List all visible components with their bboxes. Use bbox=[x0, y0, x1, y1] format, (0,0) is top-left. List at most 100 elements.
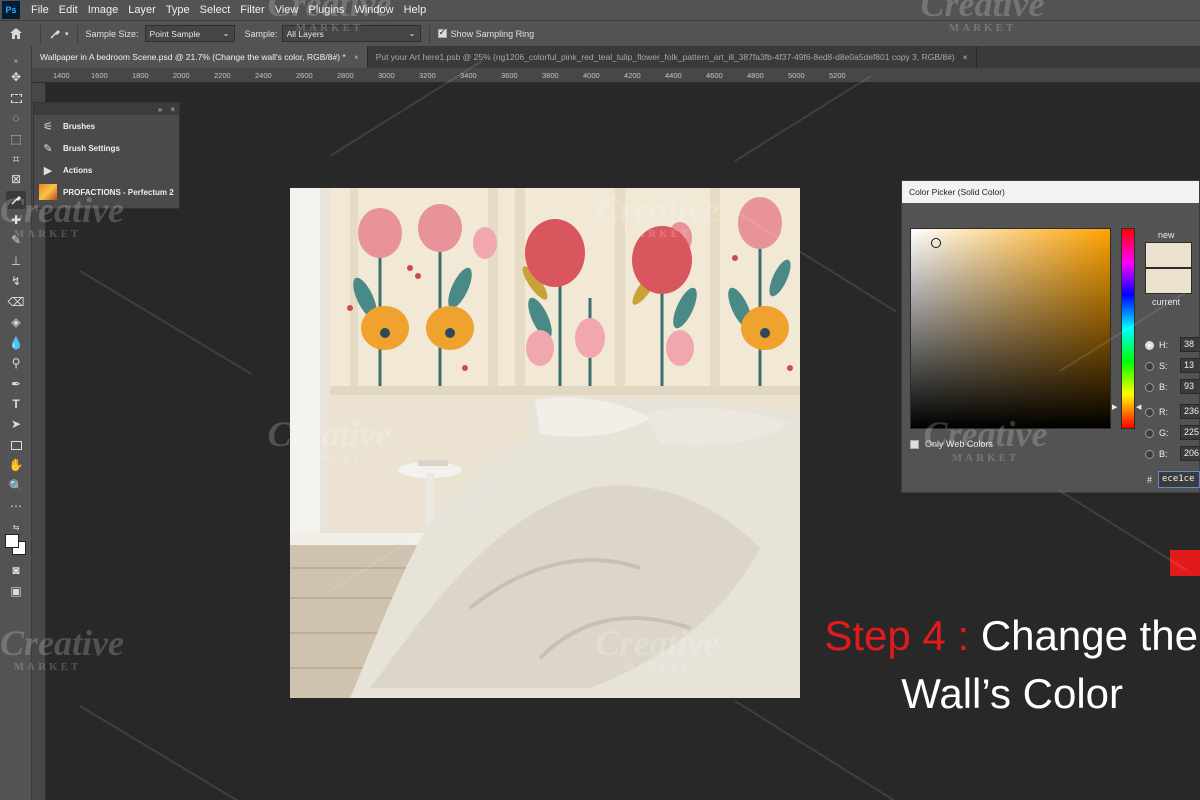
menu-type[interactable]: Type bbox=[161, 4, 195, 16]
red-radio-row[interactable]: R: bbox=[1145, 407, 1168, 417]
green-value[interactable]: 225 bbox=[1180, 425, 1200, 440]
collapse-panel-icon[interactable]: » bbox=[158, 105, 162, 114]
hue-slider-right-arrow-icon[interactable]: ◀ bbox=[1136, 403, 1141, 411]
menu-image[interactable]: Image bbox=[83, 4, 124, 16]
menu-file[interactable]: File bbox=[26, 4, 54, 16]
sample-select[interactable]: All Layers ⌄ bbox=[281, 25, 421, 42]
close-icon[interactable]: × bbox=[170, 105, 175, 114]
history-brush-tool-icon[interactable]: ↯ bbox=[6, 272, 26, 290]
photoshop-logo-icon[interactable]: Ps bbox=[2, 1, 20, 19]
panel-item-brushes[interactable]: ⚟ Brushes bbox=[34, 115, 179, 137]
panel-item-label: Brushes bbox=[63, 121, 96, 131]
menu-select[interactable]: Select bbox=[195, 4, 236, 16]
separator bbox=[428, 24, 430, 43]
green-radio[interactable] bbox=[1145, 428, 1154, 438]
panel-item-actions[interactable]: ▶ Actions bbox=[34, 159, 179, 181]
eyedropper-tool-icon[interactable] bbox=[6, 191, 26, 209]
blue-radio-row[interactable]: B: bbox=[1145, 449, 1168, 459]
chevron-down-icon: ⌄ bbox=[408, 28, 416, 38]
hue-value[interactable]: 38 bbox=[1180, 337, 1200, 352]
quick-mask-icon[interactable]: ◙ bbox=[6, 561, 26, 579]
more-tools-icon[interactable]: ⋯ bbox=[6, 497, 26, 515]
step-number-label: Step 4 : bbox=[824, 612, 970, 659]
watermark-line bbox=[79, 705, 252, 800]
menu-filter[interactable]: Filter bbox=[235, 4, 269, 16]
red-radio[interactable] bbox=[1145, 407, 1154, 417]
green-radio-row[interactable]: G: bbox=[1145, 428, 1169, 438]
menu-window[interactable]: Window bbox=[349, 4, 398, 16]
show-sampling-ring-checkbox[interactable] bbox=[437, 27, 447, 38]
clone-stamp-tool-icon[interactable]: ⊥ bbox=[6, 252, 26, 270]
only-web-colors-checkbox[interactable] bbox=[910, 440, 919, 449]
color-picker-dialog: Color Picker (Solid Color) ▶ ◀ new curre… bbox=[901, 180, 1200, 493]
tab-label: Put your Art here1.psb @ 25% (ng1206_col… bbox=[375, 52, 955, 62]
hue-radio-row[interactable]: H: bbox=[1145, 340, 1168, 350]
menu-plugins[interactable]: Plugins bbox=[303, 4, 349, 16]
brush-settings-icon: ✎ bbox=[43, 142, 53, 155]
sample-label: Sample: bbox=[244, 28, 278, 39]
blur-tool-icon[interactable]: 💧 bbox=[6, 334, 26, 352]
foreground-color-swatch[interactable] bbox=[5, 534, 19, 548]
panel-item-brush-settings[interactable]: ✎ Brush Settings bbox=[34, 137, 179, 159]
ruler-tick: 5000 bbox=[788, 71, 805, 80]
brightness-radio[interactable] bbox=[1145, 382, 1154, 392]
tab-put-your-art[interactable]: Put your Art here1.psb @ 25% (ng1206_col… bbox=[368, 46, 977, 68]
healing-brush-tool-icon[interactable]: ✚ bbox=[6, 211, 26, 229]
red-value[interactable]: 236 bbox=[1180, 404, 1200, 419]
menu-edit[interactable]: Edit bbox=[54, 4, 83, 16]
hue-slider-left-arrow-icon[interactable]: ▶ bbox=[1112, 403, 1117, 411]
brightness-value[interactable]: 93 bbox=[1180, 379, 1200, 394]
screen-mode-icon[interactable]: ▣ bbox=[6, 582, 26, 600]
panel-header[interactable]: » × bbox=[34, 103, 179, 115]
panel-item-profactions[interactable]: PROFACTIONS - Perfectum 2 bbox=[34, 181, 179, 203]
ruler-tick: 2400 bbox=[255, 71, 272, 80]
sample-size-select[interactable]: Point Sample ⌄ bbox=[144, 25, 235, 42]
hue-radio[interactable] bbox=[1145, 340, 1154, 350]
lasso-tool-icon[interactable]: ◌ bbox=[6, 109, 26, 127]
tab-wallpaper-bedroom[interactable]: Wallpaper in A bedroom Scene.psd @ 21.7%… bbox=[32, 46, 368, 68]
color-marker[interactable] bbox=[931, 238, 941, 248]
zoom-tool-icon[interactable]: 🔍 bbox=[6, 477, 26, 495]
menu-view[interactable]: View bbox=[270, 4, 304, 16]
document-canvas[interactable] bbox=[290, 188, 800, 698]
only-web-colors-label: Only Web Colors bbox=[925, 439, 993, 449]
close-icon[interactable]: × bbox=[963, 52, 968, 62]
marquee-tool-icon[interactable] bbox=[6, 89, 26, 107]
blue-value[interactable]: 206 bbox=[1180, 446, 1200, 461]
color-picker-title[interactable]: Color Picker (Solid Color) bbox=[902, 181, 1199, 203]
current-color-swatch[interactable] bbox=[1145, 268, 1192, 294]
hand-tool-icon[interactable]: ✋ bbox=[6, 456, 26, 474]
watermark-line bbox=[79, 270, 252, 375]
eyedropper-preset-icon[interactable]: ▾ bbox=[49, 28, 69, 40]
home-icon[interactable] bbox=[0, 27, 32, 40]
saturation-brightness-field[interactable] bbox=[910, 228, 1111, 429]
dodge-tool-icon[interactable]: ⚲ bbox=[6, 354, 26, 372]
rectangle-tool-icon[interactable] bbox=[6, 436, 26, 454]
saturation-value[interactable]: 13 bbox=[1180, 358, 1200, 373]
step-title-line2: Wall’s Color bbox=[901, 670, 1123, 717]
saturation-radio[interactable] bbox=[1145, 361, 1154, 371]
paint-bucket-tool-icon[interactable]: ◈ bbox=[6, 313, 26, 331]
brush-tool-icon[interactable]: ✎ bbox=[6, 231, 26, 249]
type-tool-icon[interactable]: T bbox=[6, 395, 26, 413]
hex-input[interactable]: ece1ce bbox=[1158, 471, 1200, 488]
new-color-swatch bbox=[1145, 242, 1192, 268]
close-icon[interactable]: × bbox=[354, 52, 359, 62]
ruler-tick: 5200 bbox=[829, 71, 846, 80]
path-selection-tool-icon[interactable]: ➤ bbox=[6, 415, 26, 433]
frame-tool-icon[interactable]: ⊠ bbox=[6, 170, 26, 188]
crop-tool-icon[interactable]: ⌗ bbox=[6, 150, 26, 168]
brightness-radio-row[interactable]: B: bbox=[1145, 382, 1168, 392]
menu-help[interactable]: Help bbox=[399, 4, 432, 16]
menu-layer[interactable]: Layer bbox=[123, 4, 161, 16]
eraser-tool-icon[interactable]: ⌫ bbox=[6, 293, 26, 311]
blue-radio[interactable] bbox=[1145, 449, 1154, 459]
brushes-actions-panel: » × ⚟ Brushes ✎ Brush Settings ▶ Actions… bbox=[33, 102, 180, 209]
saturation-radio-row[interactable]: S: bbox=[1145, 361, 1168, 371]
sample-value: All Layers bbox=[286, 28, 324, 39]
ruler-tick: 4000 bbox=[583, 71, 600, 80]
show-sampling-ring-label: Show Sampling Ring bbox=[450, 28, 535, 39]
move-tool-icon[interactable]: ✥ bbox=[6, 68, 26, 86]
pen-tool-icon[interactable]: ✒ bbox=[6, 375, 26, 393]
object-selection-tool-icon[interactable]: ⬚ bbox=[6, 130, 26, 148]
